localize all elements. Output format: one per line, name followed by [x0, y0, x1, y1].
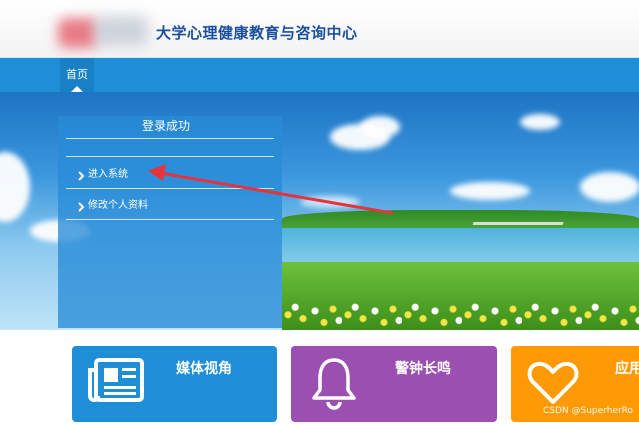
tile-label: 媒体视角	[176, 361, 232, 377]
panel-title: 登录成功	[141, 119, 190, 133]
bell-icon	[311, 356, 357, 416]
heart-icon	[527, 360, 579, 410]
newspaper-icon	[86, 356, 146, 408]
tile-media-perspective[interactable]: 媒体视角	[72, 346, 277, 422]
blurred-logo	[48, 12, 150, 52]
chevron-right-icon	[78, 166, 85, 181]
tile-alarm-bell[interactable]: 警钟长鸣	[291, 346, 497, 422]
menu-item-edit-profile[interactable]: 修改个人资料	[66, 189, 274, 219]
main-navbar: 首页	[0, 58, 639, 92]
tile-label: 应用	[615, 361, 639, 377]
watermark: CSDN @SuperherRo	[542, 406, 633, 416]
login-success-panel: 登录成功 进入系统 修改个人资料	[58, 116, 282, 328]
nav-active-caret	[71, 86, 83, 92]
menu-item-enter-system[interactable]: 进入系统	[66, 158, 274, 188]
chevron-right-icon	[78, 197, 85, 212]
divider	[66, 156, 274, 157]
site-title: 大学心理健康教育与咨询中心	[156, 24, 358, 42]
divider	[66, 219, 274, 220]
menu-item-label: 修改个人资料	[88, 200, 148, 211]
menu-item-label: 进入系统	[88, 169, 128, 180]
divider	[66, 138, 274, 139]
tile-label: 警钟长鸣	[395, 361, 451, 377]
site-header: 大学心理健康教育与咨询中心	[0, 0, 639, 58]
